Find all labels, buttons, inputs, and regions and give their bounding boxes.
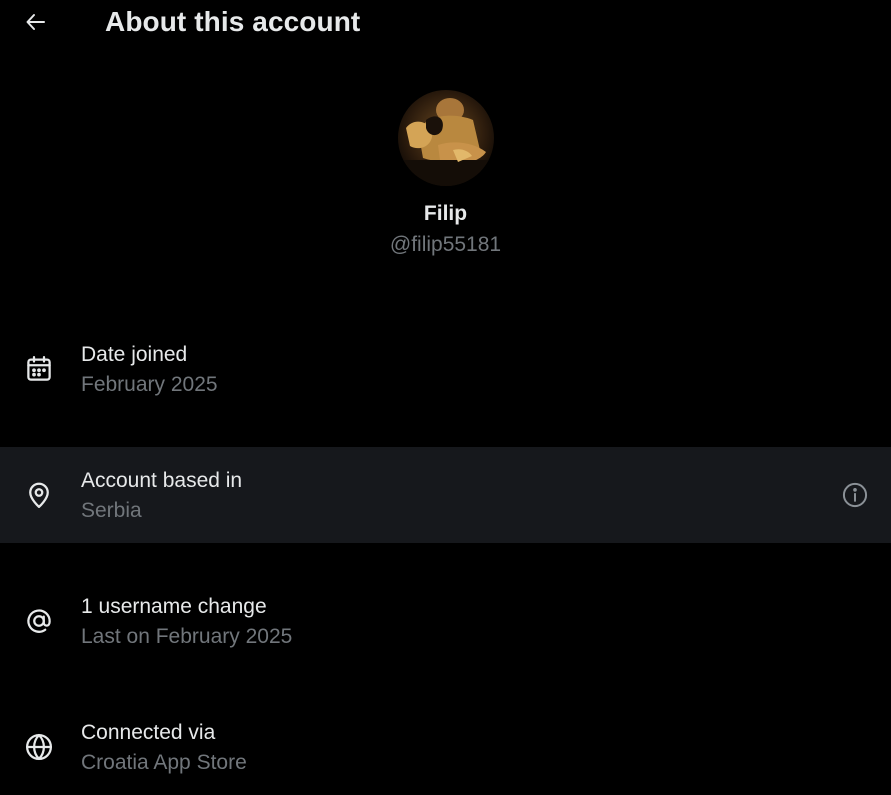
globe-icon [22,730,56,764]
username-change-label: 1 username change [81,595,267,618]
arrow-left-icon [24,10,48,34]
account-based-in-value: Serbia [81,499,142,522]
at-sign-icon [22,604,56,638]
username-change-value: Last on February 2025 [81,625,293,648]
page-title: About this account [105,6,361,37]
calendar-icon [22,352,56,386]
info-icon [841,481,869,509]
profile-summary: Filip @filip55181 [0,90,891,258]
date-joined-label: Date joined [81,343,188,366]
username-change-row: 1 username change Last on February 2025 [0,573,891,669]
date-joined-row: Date joined February 2025 [0,321,891,417]
info-button[interactable] [839,479,871,511]
connected-via-value: Croatia App Store [81,751,247,774]
avatar[interactable] [397,90,494,186]
display-name: Filip [423,202,468,225]
connected-via-row: Connected via Croatia App Store [0,699,891,795]
account-based-in-label: Account based in [81,469,243,492]
username-handle: @filip55181 [389,233,502,256]
location-pin-icon [22,478,56,512]
header: About this account [0,0,891,44]
connected-via-label: Connected via [81,721,216,744]
date-joined-value: February 2025 [81,373,218,396]
back-button[interactable] [16,2,56,42]
account-based-in-row[interactable]: Account based in Serbia [0,447,891,543]
